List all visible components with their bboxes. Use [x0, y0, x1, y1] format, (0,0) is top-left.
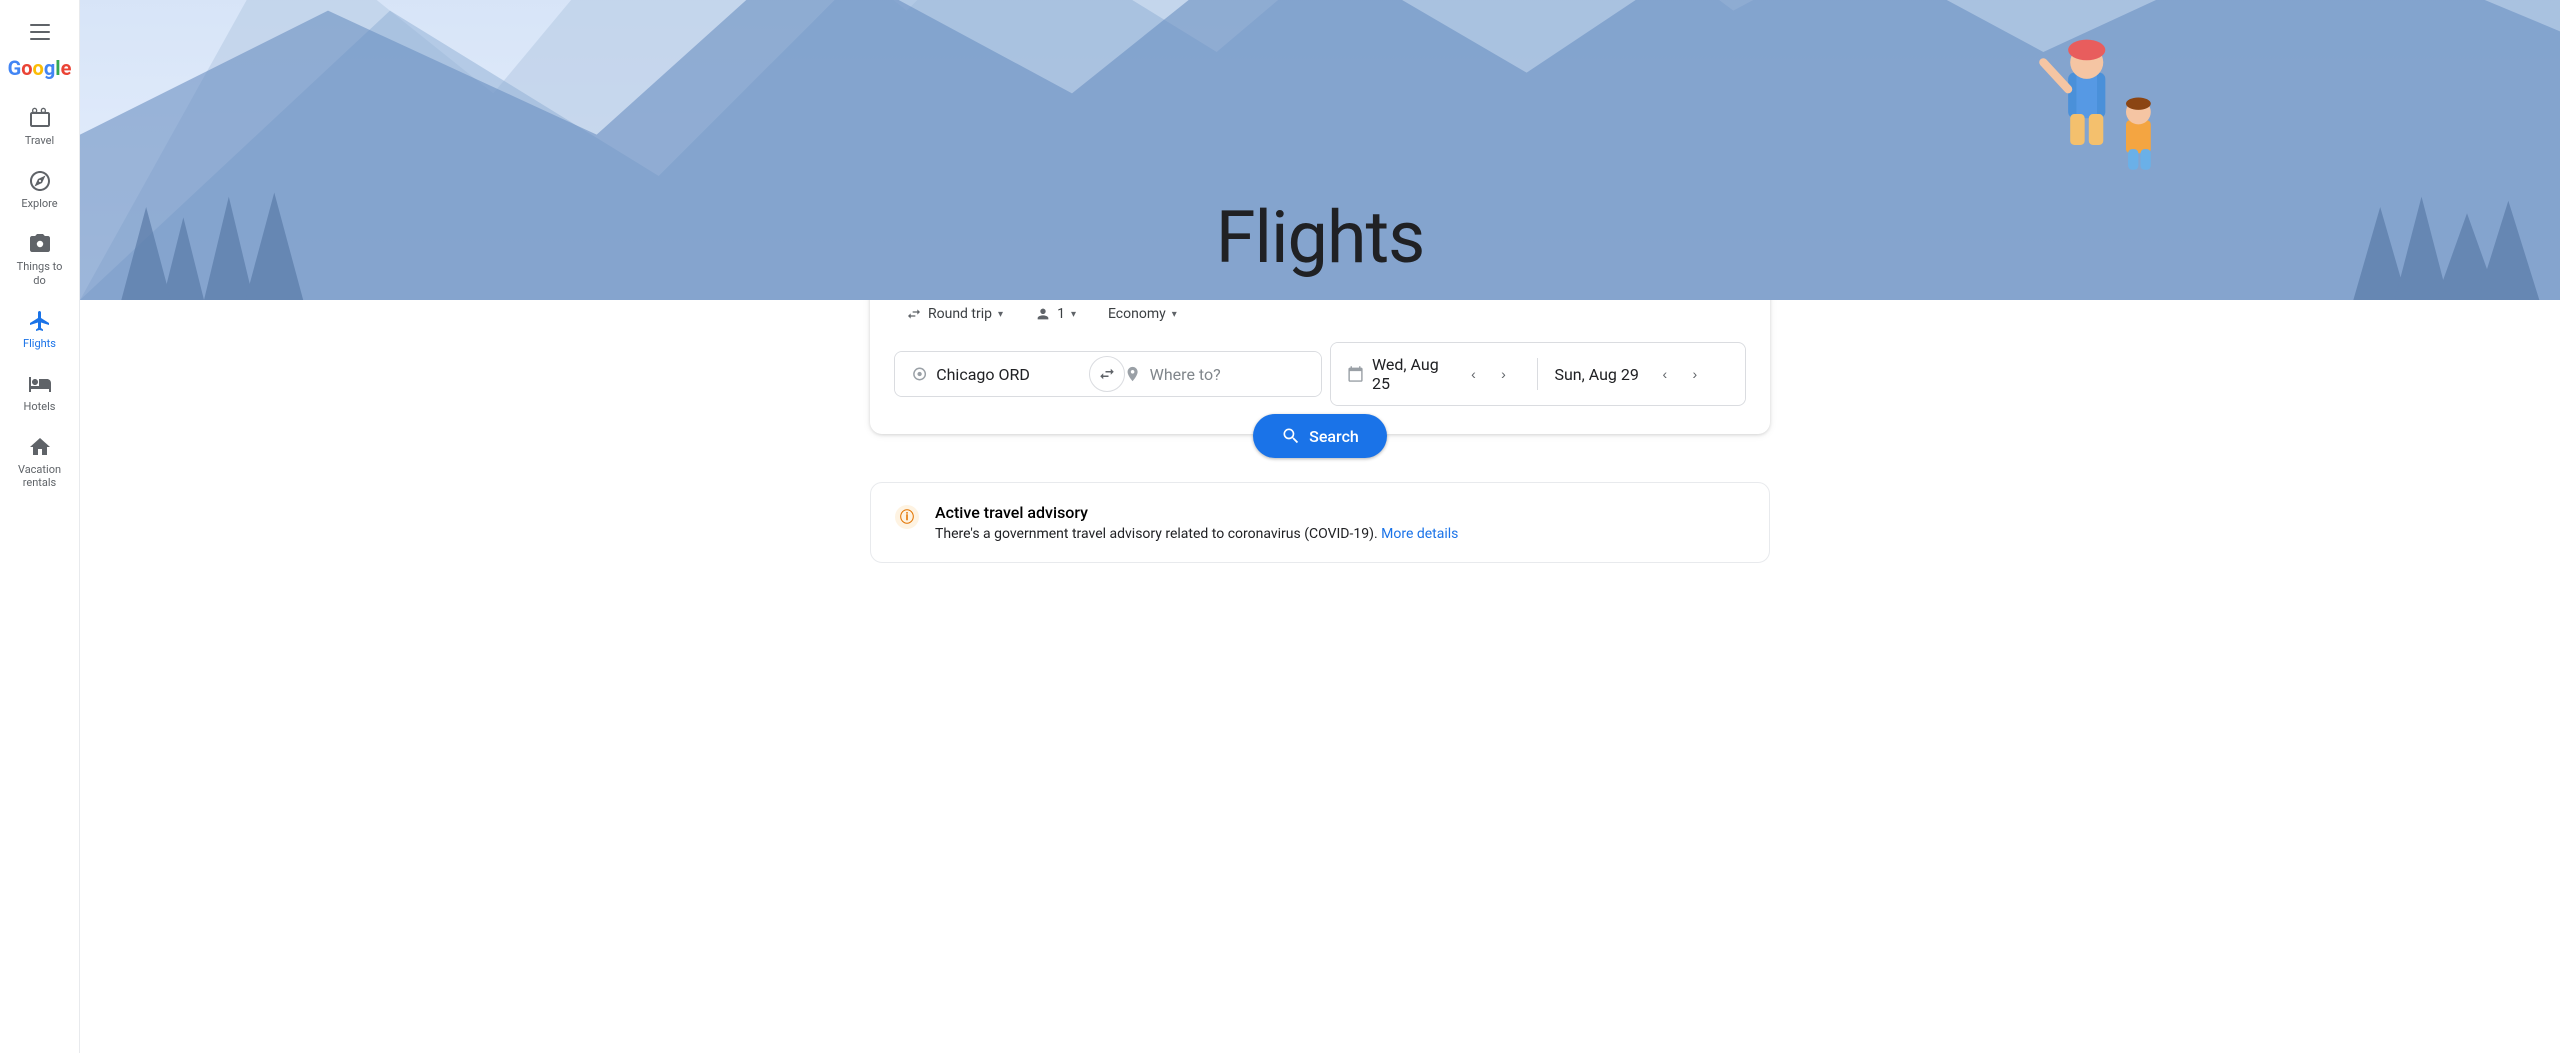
calendar-icon — [1347, 364, 1364, 384]
location-inputs — [894, 351, 1322, 397]
advisory-card: ⓘ Active travel advisory There's a gover… — [870, 482, 1770, 563]
search-button[interactable]: Search — [1253, 414, 1387, 458]
depart-date-next[interactable]: › — [1489, 360, 1517, 388]
sidebar-item-vacation-rentals[interactable]: Vacation rentals — [4, 425, 76, 499]
search-button-container: Search — [100, 414, 2540, 458]
advisory-more-details-link[interactable]: More details — [1381, 526, 1458, 542]
depart-date-prev[interactable]: ‹ — [1459, 360, 1487, 388]
return-date: Sun, Aug 29 — [1554, 365, 1638, 384]
sidebar-item-hotels[interactable]: Hotels — [4, 362, 76, 423]
sidebar: Google Travel Explore Things to do — [0, 0, 80, 1053]
origin-input-wrapper[interactable] — [895, 352, 1107, 396]
sidebar-item-things-to-do[interactable]: Things to do — [4, 222, 76, 296]
sidebar-item-travel[interactable]: Travel — [4, 96, 76, 157]
sidebar-item-explore-label: Explore — [21, 197, 57, 210]
search-options-row: Round trip ▾ 1 ▾ Economy ▾ — [894, 300, 1746, 328]
sidebar-item-flights-label: Flights — [23, 337, 56, 350]
google-logo: Google — [8, 56, 72, 80]
flight-icon — [28, 309, 52, 333]
advisory-icon: ⓘ — [895, 505, 919, 529]
class-arrow: ▾ — [1172, 309, 1177, 320]
passengers-label: 1 — [1057, 306, 1065, 322]
swap-icon — [1098, 365, 1116, 383]
sidebar-item-flights[interactable]: Flights — [4, 299, 76, 360]
passengers-arrow: ▾ — [1071, 309, 1076, 320]
passengers-button[interactable]: 1 ▾ — [1023, 300, 1088, 328]
camera-icon — [28, 232, 52, 256]
advisory-title: Active travel advisory — [935, 503, 1458, 522]
hamburger-menu[interactable] — [20, 12, 60, 52]
luggage-icon — [28, 106, 52, 130]
sidebar-item-travel-label: Travel — [25, 134, 54, 147]
return-date-nav: ‹ › — [1647, 360, 1713, 388]
trip-type-arrow: ▾ — [998, 309, 1003, 320]
vacation-icon — [28, 435, 52, 459]
origin-field[interactable] — [936, 365, 1091, 384]
sidebar-item-vacation-rentals-label: Vacation rentals — [12, 463, 68, 489]
main-content: Flights Round trip ▾ 1 ▾ — [80, 0, 2560, 1053]
advisory-body: There's a government travel advisory rel… — [935, 526, 1458, 542]
sidebar-item-hotels-label: Hotels — [24, 400, 56, 413]
page-title: Flights — [1216, 195, 1425, 280]
sidebar-item-things-to-do-label: Things to do — [12, 260, 68, 286]
return-date-next[interactable]: › — [1681, 360, 1709, 388]
sidebar-item-explore[interactable]: Explore — [4, 159, 76, 220]
search-icon — [1281, 426, 1301, 446]
depart-date-nav: ‹ › — [1455, 360, 1521, 388]
depart-date: Wed, Aug 25 — [1372, 355, 1448, 393]
destination-input-wrapper[interactable] — [1108, 352, 1320, 396]
search-button-label: Search — [1309, 427, 1359, 446]
date-inputs: Wed, Aug 25 ‹ › Sun, Aug 29 ‹ › — [1330, 342, 1746, 406]
round-trip-icon — [906, 306, 922, 322]
class-button[interactable]: Economy ▾ — [1096, 300, 1189, 328]
destination-icon — [1124, 364, 1141, 384]
trip-type-button[interactable]: Round trip ▾ — [894, 300, 1015, 328]
search-row: Wed, Aug 25 ‹ › Sun, Aug 29 ‹ › — [894, 342, 1746, 406]
advisory-content: Active travel advisory There's a governm… — [935, 503, 1458, 542]
origin-icon — [911, 364, 928, 384]
depart-date-wrapper[interactable]: Wed, Aug 25 ‹ › — [1331, 343, 1538, 405]
explore-icon — [28, 169, 52, 193]
content-area: Round trip ▾ 1 ▾ Economy ▾ — [80, 300, 2560, 1053]
trip-type-label: Round trip — [928, 306, 992, 322]
person-icon — [1035, 306, 1051, 322]
class-label: Economy — [1108, 306, 1166, 322]
hotel-icon — [28, 372, 52, 396]
return-date-prev[interactable]: ‹ — [1651, 360, 1679, 388]
destination-field[interactable] — [1150, 365, 1305, 384]
hero-banner: Flights — [80, 0, 2560, 300]
advisory-body-text: There's a government travel advisory rel… — [935, 526, 1378, 542]
return-date-wrapper[interactable]: Sun, Aug 29 ‹ › — [1538, 348, 1745, 400]
